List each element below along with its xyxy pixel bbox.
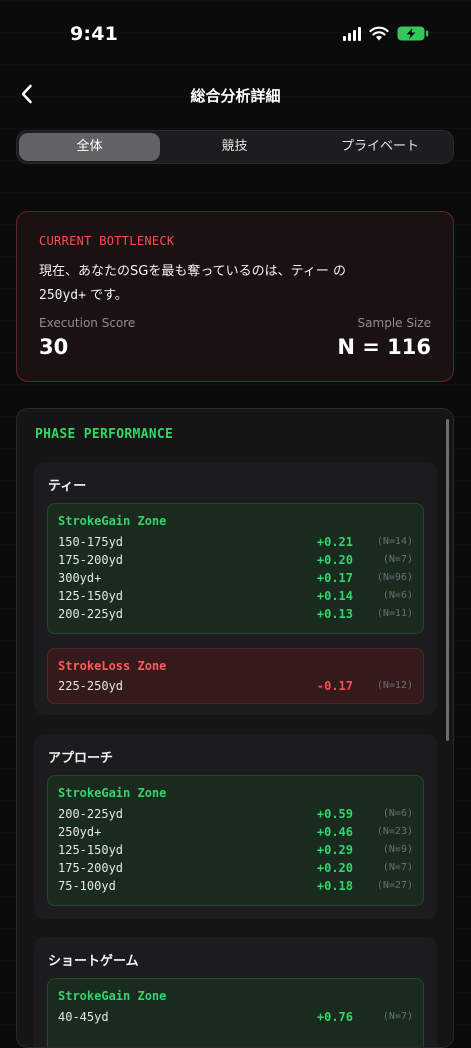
status-icons: [343, 26, 429, 41]
phase-group-title: アプローチ: [48, 751, 114, 766]
sg-value: +0.17: [316, 571, 353, 585]
battery-charging-icon: [397, 26, 429, 41]
zone-title: StrokeGain Zone: [58, 786, 167, 800]
status-bar: 9:41: [0, 0, 471, 70]
current-bottleneck-card: CURRENT BOTTLENECK 現在、あなたのSGを最も奪っているのは、テ…: [16, 211, 454, 382]
range-label: 125-150yd: [58, 843, 124, 857]
phase-performance-card[interactable]: PHASE PERFORMANCE ティー StrokeGain Zone 15…: [16, 408, 454, 1048]
zone-row: 175-200yd +0.20 (N=7): [58, 553, 413, 571]
status-time: 9:41: [70, 23, 119, 45]
zone-row: 75-100yd +0.18 (N=27): [58, 879, 413, 897]
scrollbar[interactable]: [446, 419, 449, 741]
page-title: 総合分析詳細: [190, 87, 281, 105]
sg-value: +0.46: [316, 825, 353, 839]
sample-count: (N=7): [382, 862, 413, 873]
strokegain-zone: StrokeGain Zone 200-225yd +0.59 (N=6) 25…: [47, 775, 424, 906]
zone-title: StrokeLoss Zone: [58, 659, 167, 673]
range-label: 200-225yd: [58, 607, 124, 621]
sample-count: (N=9): [382, 844, 413, 855]
zone-row: 40-45yd +0.76 (N=7): [58, 1010, 413, 1028]
sample-count: (N=11): [376, 608, 413, 619]
zone-title: StrokeGain Zone: [58, 514, 167, 528]
strokegain-zone: StrokeGain Zone 40-45yd +0.76 (N=7): [47, 978, 424, 1047]
sg-value: +0.13: [316, 607, 353, 621]
wifi-icon: [369, 26, 389, 41]
bottleneck-label: CURRENT BOTTLENECK: [39, 234, 175, 248]
bottleneck-description: 現在、あなたのSGを最も奪っているのは、ティー の 250yd+ です。: [39, 260, 429, 308]
navigation-bar: 総合分析詳細: [0, 72, 471, 118]
cellular-signal-icon: [343, 26, 361, 41]
sample-count: (N=14): [376, 536, 413, 547]
tab-all[interactable]: 全体: [19, 133, 160, 161]
range-label: 175-200yd: [58, 553, 124, 567]
sample-count: (N=12): [376, 680, 413, 691]
phase-group-short-game: ショートゲーム StrokeGain Zone 40-45yd +0.76 (N…: [34, 937, 437, 1047]
sg-value: +0.18: [316, 879, 353, 893]
sg-value: +0.29: [316, 843, 353, 857]
range-label: 75-100yd: [58, 879, 116, 893]
zone-row: 125-150yd +0.29 (N=9): [58, 843, 413, 861]
sample-size-value: N = 116: [337, 335, 431, 359]
bottleneck-range: 250yd+: [39, 288, 86, 303]
zone-row: 150-175yd +0.21 (N=14): [58, 535, 413, 553]
range-label: 300yd+: [58, 571, 102, 585]
sg-value: +0.21: [316, 535, 353, 549]
sg-value: +0.76: [316, 1010, 353, 1024]
sample-count: (N=27): [376, 880, 413, 891]
phase-group-tee: ティー StrokeGain Zone 150-175yd +0.21 (N=1…: [34, 462, 437, 715]
phase-group-approach: アプローチ StrokeGain Zone 200-225yd +0.59 (N…: [34, 734, 437, 919]
zone-row: 250yd+ +0.46 (N=23): [58, 825, 413, 843]
phase-group-title: ティー: [48, 479, 87, 494]
tab-competition[interactable]: 競技: [162, 133, 307, 161]
sg-value: -0.17: [316, 679, 353, 693]
sample-count: (N=7): [382, 554, 413, 565]
zone-row: 200-225yd +0.13 (N=11): [58, 607, 413, 625]
range-label: 125-150yd: [58, 589, 124, 603]
range-label: 150-175yd: [58, 535, 124, 549]
zone-row: 200-225yd +0.59 (N=6): [58, 807, 413, 825]
bottleneck-text-before: 現在、あなたのSGを最も奪っているのは、ティー の: [39, 264, 347, 279]
sample-count: (N=6): [382, 590, 413, 601]
zone-row: 225-250yd -0.17 (N=12): [58, 679, 413, 697]
range-label: 200-225yd: [58, 807, 124, 821]
strokeloss-zone: StrokeLoss Zone 225-250yd -0.17 (N=12): [47, 648, 424, 704]
sample-count: (N=23): [376, 826, 413, 837]
filter-segmented-control: 全体 競技 プライベート: [16, 130, 454, 164]
sample-count: (N=6): [382, 808, 413, 819]
sample-count: (N=7): [382, 1011, 413, 1022]
execution-score-label: Execution Score: [39, 316, 136, 330]
range-label: 175-200yd: [58, 861, 124, 875]
sample-size-label: Sample Size: [357, 316, 431, 330]
phase-group-title: ショートゲーム: [48, 954, 139, 969]
execution-score-value: 30: [39, 335, 69, 359]
zone-title: StrokeGain Zone: [58, 989, 167, 1003]
zone-row: 300yd+ +0.17 (N=96): [58, 571, 413, 589]
range-label: 40-45yd: [58, 1010, 109, 1024]
range-label: 225-250yd: [58, 679, 124, 693]
sg-value: +0.59: [316, 807, 353, 821]
zone-row: 175-200yd +0.20 (N=7): [58, 861, 413, 879]
tab-private[interactable]: プライベート: [309, 133, 451, 161]
strokegain-zone: StrokeGain Zone 150-175yd +0.21 (N=14) 1…: [47, 503, 424, 634]
sample-count: (N=96): [376, 572, 413, 583]
range-label: 250yd+: [58, 825, 102, 839]
sg-value: +0.20: [316, 553, 353, 567]
sg-value: +0.14: [316, 589, 353, 603]
zone-row: 125-150yd +0.14 (N=6): [58, 589, 413, 607]
bottleneck-text-after: です。: [85, 288, 128, 303]
phase-performance-title: PHASE PERFORMANCE: [35, 427, 174, 442]
sg-value: +0.20: [316, 861, 353, 875]
